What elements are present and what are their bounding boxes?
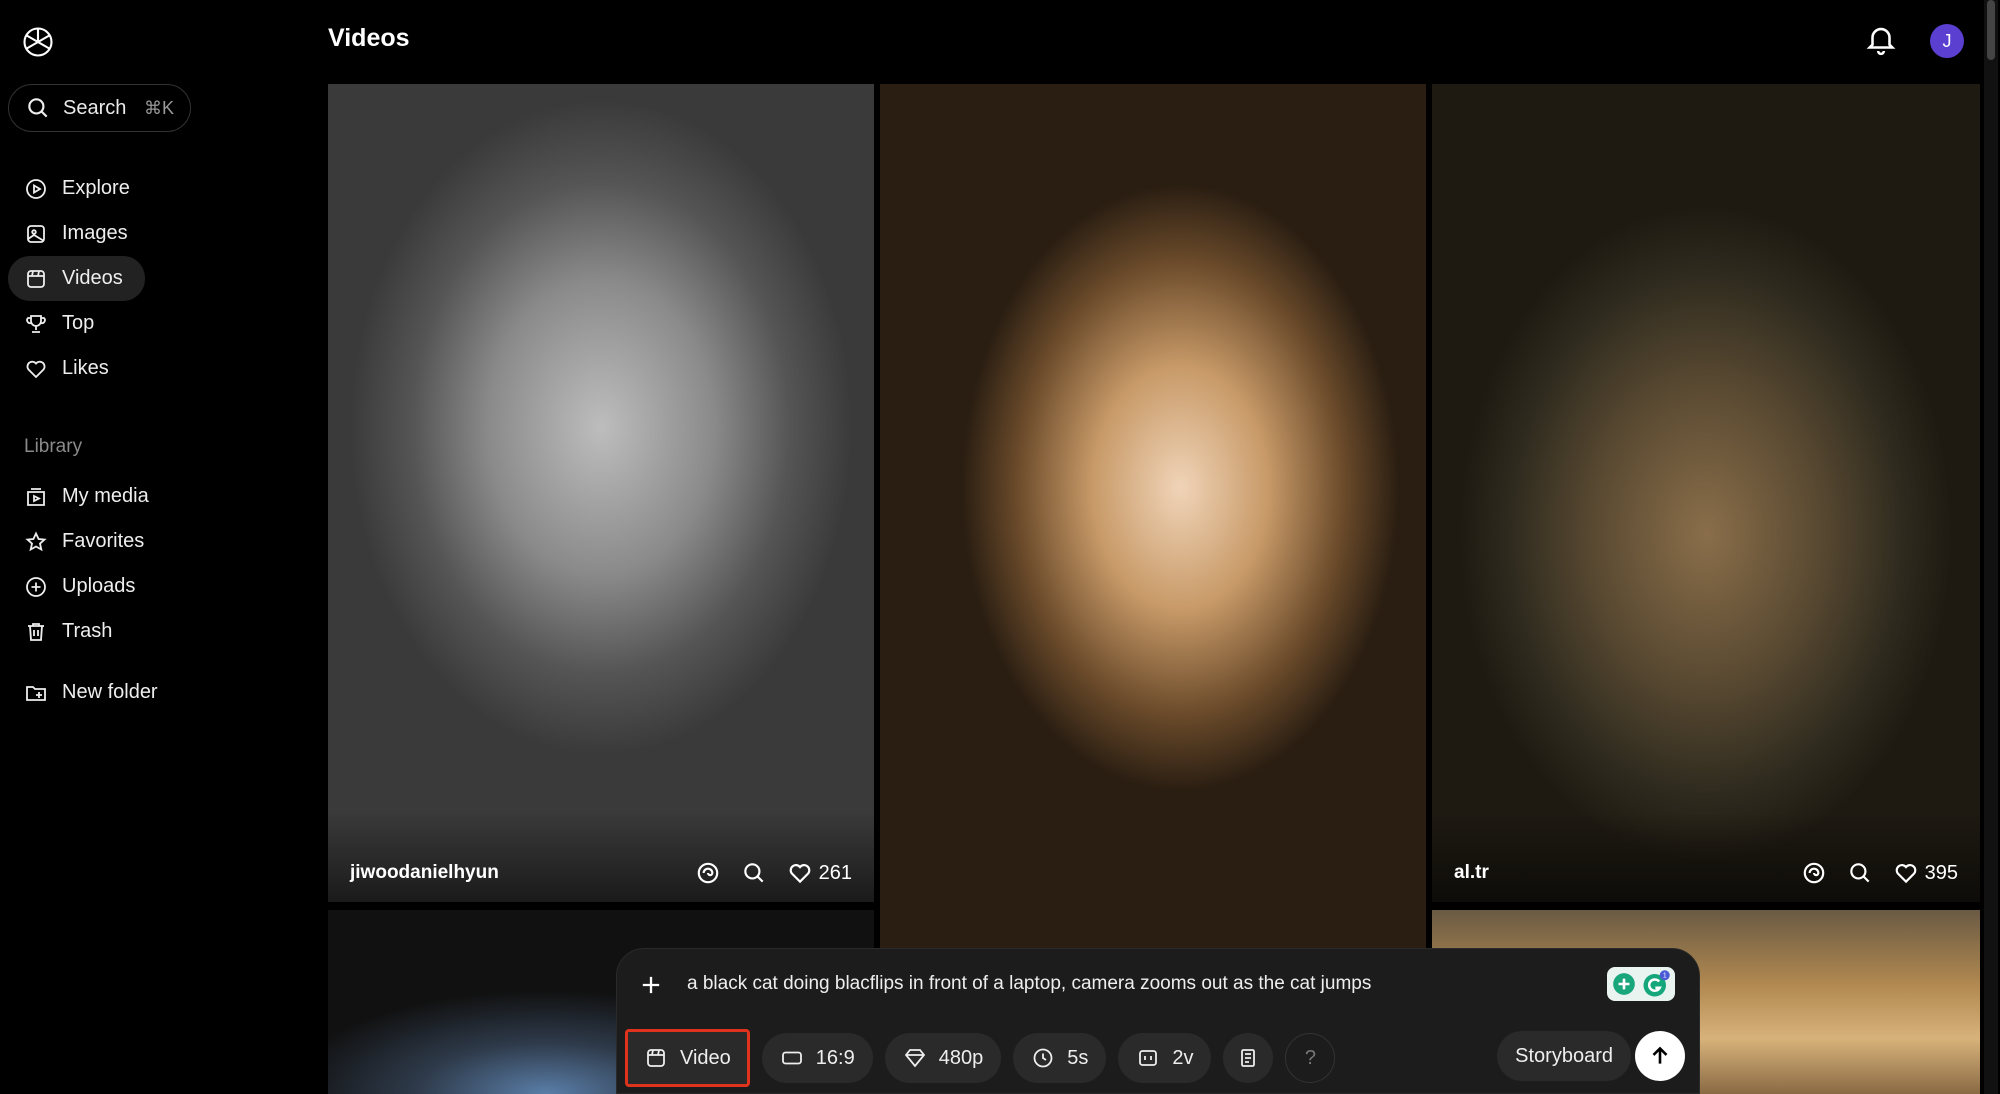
sidebar-item-label: Videos — [62, 267, 123, 289]
card-overlay — [328, 812, 874, 902]
variations-icon — [1139, 1050, 1158, 1066]
sidebar-item-label: Uploads — [62, 575, 136, 597]
heart-icon — [26, 360, 46, 378]
sidebar-item-label: Favorites — [62, 530, 145, 552]
scrollbar[interactable] — [1984, 0, 1998, 1094]
card-actions: 395 — [1801, 860, 1958, 886]
remix-icon[interactable] — [1801, 860, 1827, 886]
sidebar-item-label: My media — [62, 485, 149, 507]
heart-icon — [1895, 864, 1916, 884]
variations-label: 2v — [1172, 1046, 1194, 1069]
sidebar-library: My media Favorites Uploads Trash — [8, 474, 258, 654]
avatar[interactable]: J — [1930, 24, 1964, 58]
search-label: Search — [63, 96, 127, 119]
remix-icon[interactable] — [695, 860, 721, 886]
search-button[interactable]: Search ⌘K — [8, 84, 191, 132]
card-overlay — [1432, 812, 1980, 902]
sidebar-nav: Explore Images Videos Top Likes — [8, 166, 258, 391]
storyboard-button[interactable]: Storyboard — [1497, 1031, 1631, 1081]
aspect-ratio-button[interactable]: 16:9 — [761, 1033, 873, 1083]
star-icon — [25, 530, 47, 551]
resolution-button[interactable]: 480p — [884, 1033, 1002, 1083]
video-icon — [647, 1049, 665, 1067]
like-count: 261 — [818, 861, 852, 884]
sidebar-item-uploads[interactable]: Uploads — [8, 564, 258, 609]
type-label: Video — [680, 1046, 731, 1069]
media-icon — [27, 487, 45, 506]
type-selector-button[interactable]: Video — [625, 1029, 750, 1087]
video-thumbnail[interactable] — [1432, 84, 1980, 902]
document-icon — [1241, 1049, 1256, 1067]
plus-icon[interactable] — [637, 971, 665, 999]
upload-icon — [26, 576, 46, 597]
resolution-label: 480p — [938, 1046, 984, 1069]
page-title: Videos — [328, 24, 410, 52]
clock-icon — [1033, 1048, 1053, 1068]
sidebar-item-label: Trash — [62, 620, 113, 642]
card-actions: 261 — [695, 860, 852, 886]
heart-icon — [789, 864, 810, 884]
sidebar-item-images[interactable]: Images — [8, 211, 258, 256]
like-count: 395 — [1924, 861, 1958, 884]
submit-button[interactable] — [1635, 1031, 1685, 1081]
app-window: Search ⌘K Explore Images Videos Top Like… — [0, 0, 2000, 1094]
new-folder-section: New folder — [8, 670, 258, 715]
images-icon — [27, 224, 45, 243]
prompt-input[interactable]: a black cat doing blacflips in front of … — [687, 973, 1371, 995]
bell-icon[interactable] — [1864, 22, 1898, 56]
search-icon[interactable] — [1847, 860, 1873, 886]
trash-icon — [28, 622, 44, 641]
aspect-ratio-icon — [781, 1051, 802, 1065]
feed-card[interactable]: al.tr 395 — [1432, 84, 1980, 902]
aspect-ratio-label: 16:9 — [815, 1046, 855, 1069]
library-heading: Library — [24, 436, 83, 457]
preset-button[interactable] — [1223, 1033, 1274, 1083]
sidebar-item-my-media[interactable]: My media — [8, 474, 258, 519]
sidebar-item-label: Explore — [62, 177, 130, 199]
help-label: ? — [1304, 1046, 1317, 1069]
scrollbar-thumb[interactable] — [1987, 0, 1995, 60]
prompt-composer: a black cat doing blacflips in front of … — [616, 948, 1700, 1094]
new-folder-button[interactable]: New folder — [8, 670, 258, 715]
like-button[interactable]: 261 — [787, 860, 852, 886]
sidebar-item-trash[interactable]: Trash — [8, 609, 258, 654]
variations-button[interactable]: 2v — [1118, 1033, 1212, 1083]
grammarly-icon[interactable]: 1 — [1641, 969, 1671, 999]
folder-plus-icon — [26, 685, 46, 701]
composer-toolbar: Video 16:9 480p 5s 2v ? — [625, 1029, 1336, 1087]
card-username[interactable]: al.tr — [1454, 862, 1489, 884]
feed-card[interactable]: jiwoodanielhyun 261 — [328, 84, 874, 902]
sidebar-item-favorites[interactable]: Favorites — [8, 519, 258, 564]
duration-label: 5s — [1067, 1046, 1089, 1069]
new-folder-label: New folder — [62, 681, 158, 703]
explore-icon — [26, 178, 46, 199]
help-button[interactable]: ? — [1285, 1033, 1336, 1083]
feed-card[interactable] — [880, 84, 1426, 1094]
videos-icon — [27, 269, 45, 288]
video-thumbnail[interactable] — [880, 84, 1426, 1094]
sidebar-item-label: Likes — [62, 357, 109, 379]
search-shortcut: ⌘K — [143, 97, 174, 118]
sidebar-item-label: Images — [62, 222, 128, 244]
sidebar-item-label: Top — [62, 312, 95, 334]
openai-logo-icon[interactable] — [20, 24, 56, 60]
sidebar-item-videos[interactable]: Videos — [8, 256, 145, 301]
video-thumbnail[interactable] — [328, 84, 874, 902]
search-icon — [28, 98, 48, 118]
search-icon[interactable] — [741, 860, 767, 886]
extension-badge-count: 1 — [1663, 973, 1667, 980]
grammar-extension-icon[interactable] — [1611, 971, 1637, 997]
sidebar-item-top[interactable]: Top — [8, 301, 258, 346]
diamond-icon — [904, 1049, 925, 1068]
sidebar-item-likes[interactable]: Likes — [8, 346, 258, 391]
trophy-icon — [26, 314, 46, 333]
extension-badges[interactable]: 1 — [1607, 967, 1675, 1001]
duration-button[interactable]: 5s — [1013, 1033, 1107, 1083]
arrow-up-icon — [1652, 1046, 1668, 1064]
card-username[interactable]: jiwoodanielhyun — [350, 862, 499, 884]
sidebar-item-explore[interactable]: Explore — [8, 166, 258, 211]
like-button[interactable]: 395 — [1893, 860, 1958, 886]
